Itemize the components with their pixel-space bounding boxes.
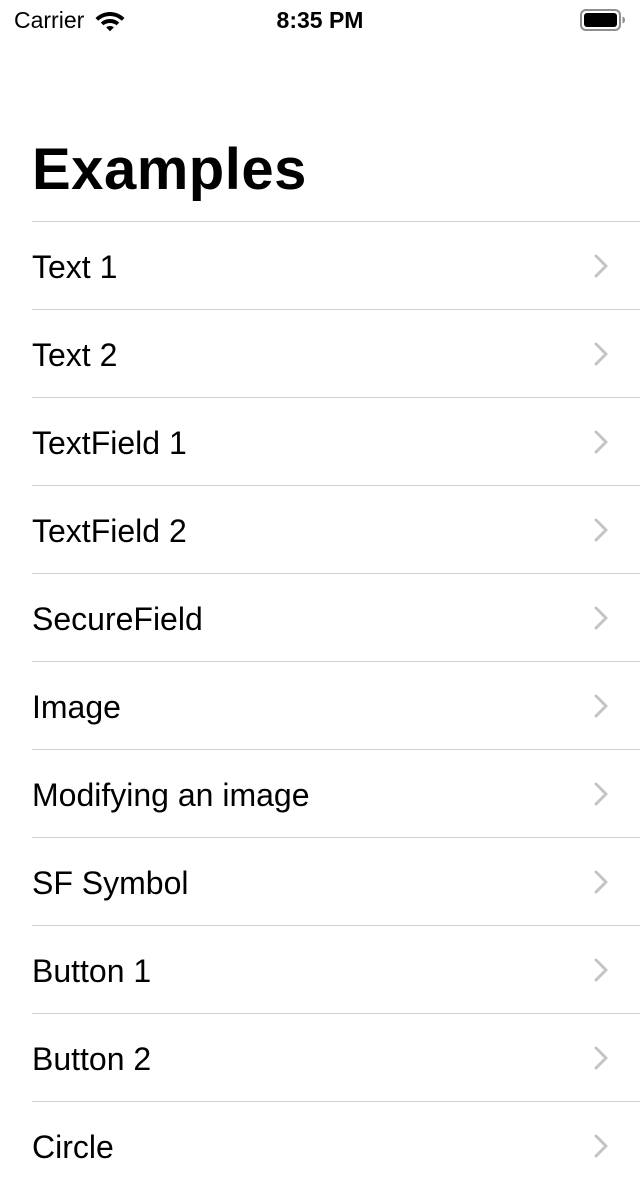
chevron-right-icon (594, 430, 608, 454)
list-item-sf-symbol[interactable]: SF Symbol (32, 837, 640, 925)
list-item-label: Circle (32, 1129, 114, 1165)
list-item-button-2[interactable]: Button 2 (32, 1013, 640, 1101)
chevron-right-icon (594, 606, 608, 630)
list-item-label: TextField 1 (32, 425, 187, 461)
status-time: 8:35 PM (276, 7, 364, 33)
list-item-label: Button 2 (32, 1041, 152, 1077)
list-item-label: Image (32, 689, 121, 725)
status-bar: Carrier 8:35 PM (0, 0, 640, 40)
chevron-right-icon (594, 518, 608, 542)
list-item-textfield-2[interactable]: TextField 2 (32, 485, 640, 573)
list-item-label: SecureField (32, 601, 203, 637)
list-item-label: Modifying an image (32, 777, 310, 813)
list-item-securefield[interactable]: SecureField (32, 573, 640, 661)
list-item-circle[interactable]: Circle (32, 1101, 640, 1189)
chevron-right-icon (594, 342, 608, 366)
chevron-right-icon (594, 694, 608, 718)
chevron-right-icon (594, 1134, 608, 1158)
chevron-right-icon (594, 958, 608, 982)
list-item-label: SF Symbol (32, 865, 189, 901)
battery-icon (580, 9, 625, 31)
chevron-right-icon (594, 1046, 608, 1070)
chevron-right-icon (594, 782, 608, 806)
list-item-label: Text 1 (32, 249, 118, 285)
list-item-label: TextField 2 (32, 513, 187, 549)
list-item-modifying-an-image[interactable]: Modifying an image (32, 749, 640, 837)
list-item-textfield-1[interactable]: TextField 1 (32, 397, 640, 485)
list-item-text-2[interactable]: Text 2 (32, 309, 640, 397)
chevron-right-icon (594, 254, 608, 278)
list-item-button-1[interactable]: Button 1 (32, 925, 640, 1013)
examples-list: Text 1 Text 2 TextField 1 TextField 2 Se… (32, 221, 640, 1189)
chevron-right-icon (594, 870, 608, 894)
list-item-text-1[interactable]: Text 1 (32, 221, 640, 309)
list-item-label: Text 2 (32, 337, 118, 373)
page-title: Examples (32, 137, 307, 202)
list-item-image[interactable]: Image (32, 661, 640, 749)
list-item-label: Button 1 (32, 953, 152, 989)
